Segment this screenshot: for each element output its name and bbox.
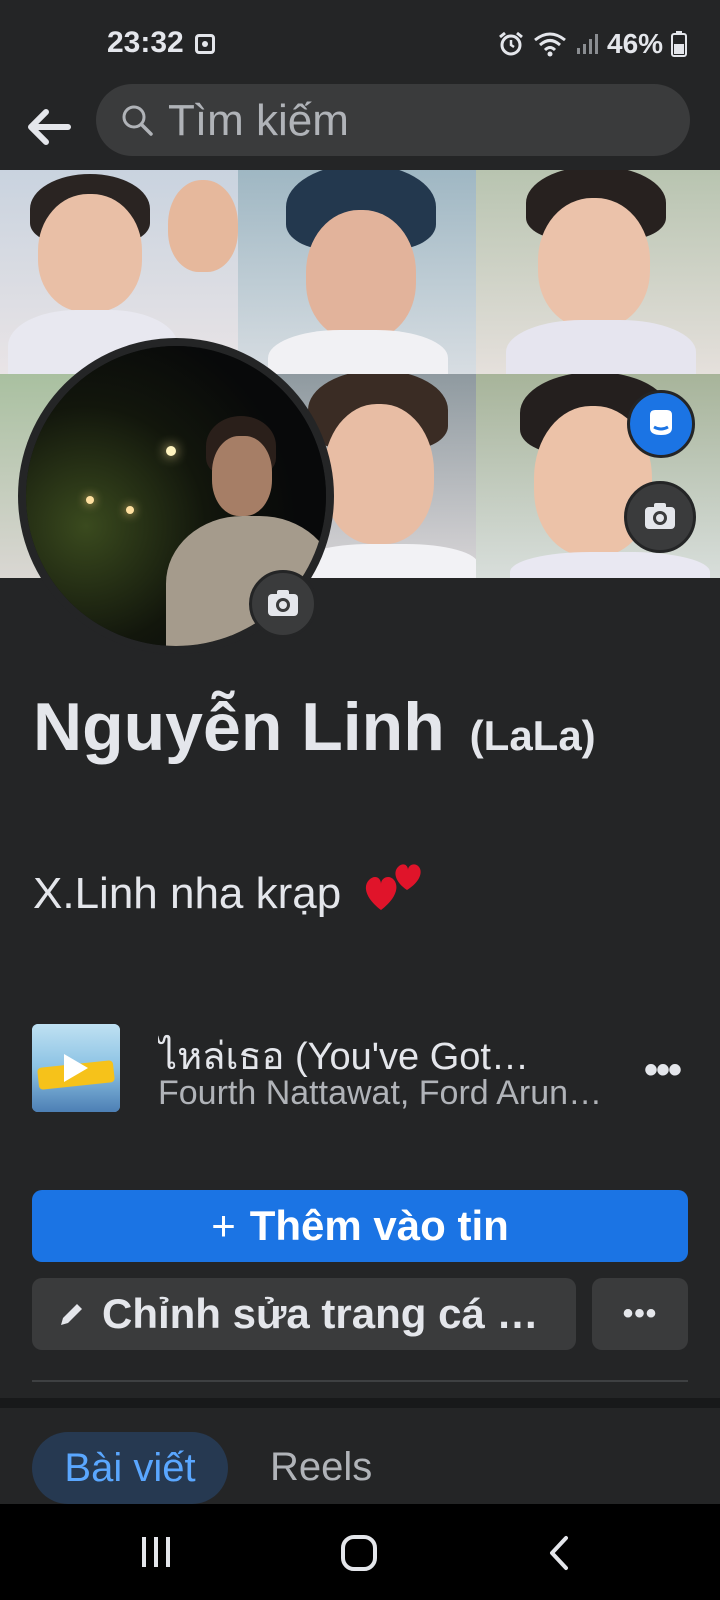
home-icon[interactable]	[340, 1534, 378, 1572]
cover-tile	[476, 170, 720, 374]
profile-bio: X.Linh nha krạp	[33, 854, 425, 919]
music-cover[interactable]	[32, 1024, 120, 1112]
status-bar: 23:32 46%	[0, 0, 720, 84]
wifi-icon	[534, 32, 566, 57]
divider	[32, 1380, 688, 1382]
signal-icon	[577, 34, 598, 54]
section-separator	[0, 1398, 720, 1408]
music-artist: Fourth Nattawat, Ford Arun…	[158, 1074, 603, 1112]
plus-icon: +	[211, 1202, 236, 1249]
top-header: Tìm kiếm	[0, 84, 720, 170]
edit-cover-button[interactable]	[624, 481, 696, 553]
bio-text: X.Linh nha krạp	[33, 869, 342, 918]
search-placeholder: Tìm kiếm	[168, 96, 349, 145]
search-icon	[122, 105, 153, 136]
back-button[interactable]	[20, 98, 78, 156]
tab-reels[interactable]: Reels	[270, 1445, 372, 1490]
arrow-left-icon	[28, 109, 71, 145]
avatar-frame-button[interactable]	[627, 390, 695, 458]
back-nav-icon[interactable]	[546, 1534, 572, 1572]
edit-profile-label: Chỉnh sửa trang cá n…	[102, 1290, 565, 1337]
two-hearts-icon	[366, 864, 422, 910]
screenshot-icon	[195, 34, 215, 54]
battery-icon	[671, 31, 688, 57]
camera-icon	[645, 503, 675, 529]
tab-posts[interactable]: Bài viết	[32, 1432, 228, 1504]
pencil-icon	[61, 1304, 82, 1325]
edit-avatar-button[interactable]	[249, 570, 317, 638]
system-nav-bar	[0, 1504, 720, 1600]
battery-percent: 46%	[607, 28, 664, 59]
status-time: 23:32	[107, 26, 184, 59]
edit-profile-button[interactable]: Chỉnh sửa trang cá n…	[32, 1278, 576, 1350]
profile-more-button[interactable]: •••	[592, 1278, 688, 1350]
camera-icon	[268, 590, 298, 616]
alarm-icon	[499, 31, 523, 56]
frame-icon	[650, 410, 672, 435]
music-more-button[interactable]: •••	[644, 1048, 682, 1093]
search-input[interactable]: Tìm kiếm	[96, 84, 690, 156]
play-icon	[64, 1054, 88, 1082]
add-to-story-label: Thêm vào tin	[249, 1202, 509, 1249]
recent-apps-icon[interactable]	[138, 1534, 174, 1570]
cover-tile	[238, 170, 476, 374]
add-to-story-button[interactable]: + Thêm vào tin	[32, 1190, 688, 1262]
profile-nickname: (LaLa)	[469, 712, 596, 759]
status-right: 46%	[497, 28, 688, 60]
profile-name-text: Nguyễn Linh	[33, 689, 445, 765]
profile-name: Nguyễn Linh (LaLa)	[33, 688, 596, 766]
